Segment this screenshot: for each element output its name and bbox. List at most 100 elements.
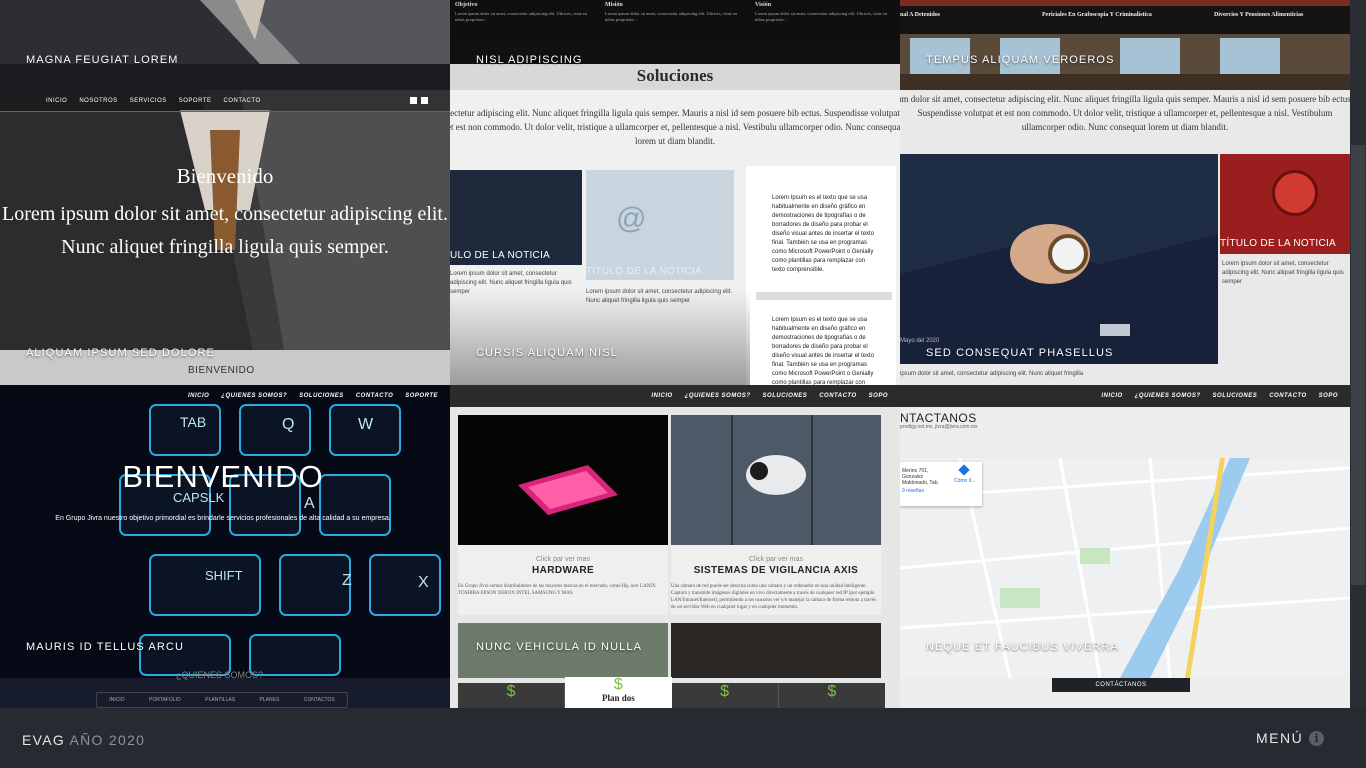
- dollar-icon: $: [613, 676, 623, 693]
- side-text: Lorem Ipsum es el texto que se usa habit…: [772, 195, 875, 273]
- subnav-item[interactable]: CONTACTOS: [304, 697, 335, 703]
- nav-soporte[interactable]: SOPORTE: [179, 98, 212, 104]
- facebook-icon[interactable]: [410, 97, 417, 104]
- svg-text:TAB: TAB: [180, 414, 206, 430]
- service-item: Periciales En Grafoscopia Y Criminalísti…: [1042, 12, 1152, 18]
- footer-bar: EVAG AÑO 2020 MENÚ: [0, 708, 1366, 768]
- contact-button[interactable]: CONTÁCTANOS: [1052, 678, 1190, 692]
- tile-label: CURSIS ALIQUAM NISL: [476, 347, 618, 359]
- nav-inicio[interactable]: INICIO: [651, 393, 672, 399]
- suit-image: [0, 0, 450, 90]
- date-text: Mayo del 2020: [900, 338, 940, 344]
- column-title: Objetivo: [455, 2, 478, 8]
- info-icon[interactable]: i: [1309, 731, 1324, 746]
- news-card[interactable]: @ TÍTULO DE LA NOTICIA: [586, 170, 734, 280]
- news-card[interactable]: TÍTULO DE LA NOTICIA: [1220, 154, 1350, 254]
- solution-card-text: En Grupo Jivra somos distribuidores de l…: [458, 584, 656, 596]
- watch-image: [900, 154, 1218, 364]
- service-item: nal A Detenidos: [900, 12, 941, 18]
- nav-quienes[interactable]: ¿QUIENES SOMOS?: [685, 393, 751, 399]
- news-card[interactable]: ULO DE LA NOTICIA: [450, 170, 582, 265]
- svg-text:Z: Z: [342, 572, 352, 589]
- site-navbar: INICIO ¿QUIENES SOMOS? SOLUCIONES CONTAC…: [0, 385, 450, 407]
- dollar-icon: $: [506, 683, 516, 700]
- column-title: Visión: [755, 2, 772, 8]
- nav-contacto[interactable]: CONTACTO: [356, 393, 393, 399]
- nav-soluciones[interactable]: SOLUCIONES: [1213, 393, 1258, 399]
- nav-soluciones[interactable]: SOLUCIONES: [299, 393, 344, 399]
- tile-label: NUNC VEHICULA ID NULLA: [476, 641, 643, 653]
- plan-name: Plan dos: [601, 693, 635, 703]
- nav-soluciones[interactable]: SOLUCIONES: [763, 393, 808, 399]
- tile-label: NISL ADIPISCING: [476, 54, 583, 66]
- menu-button[interactable]: MENÚ: [1256, 730, 1303, 746]
- click-hint: Click par ver mas: [748, 556, 804, 563]
- nav-contacto[interactable]: CONTACTO: [819, 393, 856, 399]
- twitter-icon[interactable]: [421, 97, 428, 104]
- tile-label: NEQUE ET FAUCIBUS VIVERRA: [926, 641, 1119, 653]
- nav-soporte[interactable]: SOPORTE: [405, 393, 438, 399]
- gallery-tile-1[interactable]: MAGNA FEUGIAT LOREM: [0, 0, 450, 90]
- gallery-tile-3[interactable]: nal A Detenidos Periciales En Grafoscopi…: [900, 0, 1350, 90]
- bottom-text: ipsum dolor sit amet, consectetur adipis…: [900, 371, 1084, 377]
- subnav-item[interactable]: INICIO: [109, 697, 124, 703]
- hero-title: BIENVENIDO: [122, 459, 324, 494]
- tile-label: MAGNA FEUGIAT LOREM: [26, 54, 179, 66]
- nav-quienes[interactable]: ¿QUIENES SOMOS?: [221, 393, 287, 399]
- svg-text:X: X: [418, 574, 429, 591]
- column-text: Lorem ipsum dolor sit amet, consectetur …: [755, 11, 888, 22]
- column-text: Lorem ipsum dolor sit amet, consectetur …: [455, 11, 588, 22]
- gallery-tile-2[interactable]: Objetivo Lorem ipsum dolor sit amet, con…: [450, 0, 900, 90]
- news-card-title: ULO DE LA NOTICIA: [450, 250, 551, 261]
- map-info-card[interactable]: Merino 701, Gonzalez Maldonado, Tab. 9 r…: [900, 462, 982, 506]
- solution-card-title: SISTEMAS DE VIGILANCIA AXIS: [693, 565, 859, 576]
- intro-text: ectetur adipiscing elit. Nunc aliquet fr…: [450, 108, 900, 146]
- contact-email: prodigy.net.mx, jivra@jivra.com.mx: [900, 424, 978, 430]
- intro-text: um dolor sit amet, consectetur adipiscin…: [900, 94, 1350, 132]
- solution-card-title: HARDWARE: [531, 565, 595, 576]
- subnav-item[interactable]: PLANTILLAS: [205, 697, 235, 703]
- nav-contacto[interactable]: CONTACTO: [224, 98, 261, 104]
- hero-title: Bienvenido: [176, 164, 274, 188]
- solution-card[interactable]: Click par ver mas SISTEMAS DE VIGILANCIA…: [671, 415, 881, 615]
- tile-label: ALIQUAM IPSUM SED DOLORE: [26, 347, 215, 359]
- map-directions-link[interactable]: Cómo ll...: [954, 478, 975, 484]
- subnav-item[interactable]: PLANES: [260, 697, 280, 703]
- plan-card[interactable]: $: [458, 683, 566, 708]
- click-hint: Click par ver mas: [535, 556, 591, 563]
- site-navbar: INICIO ¿QUIENES SOMOS? SOLUCIONES CONTAC…: [450, 385, 900, 407]
- nav-inicio[interactable]: INICIO: [46, 98, 67, 104]
- scrollbar-thumb[interactable]: [1351, 145, 1365, 585]
- solution-card-text: Una cámara de red puede ser descrita com…: [671, 584, 877, 610]
- gallery-tile-5[interactable]: ectetur adipiscing elit. Nunc aliquet fr…: [450, 90, 900, 385]
- column-title: Misión: [605, 2, 623, 8]
- solution-card-preview[interactable]: [671, 623, 881, 678]
- gallery-tile-9[interactable]: INICIO ¿QUIENES SOMOS? SOLUCIONES CONTAC…: [900, 385, 1350, 708]
- nav-quienes[interactable]: ¿QUIENES SOMOS?: [1135, 393, 1201, 399]
- plan-card[interactable]: $: [779, 683, 885, 708]
- nav-inicio[interactable]: INICIO: [188, 393, 209, 399]
- section-heading: BIENVENIDO: [188, 365, 255, 376]
- nav-servicios[interactable]: SERVICIOS: [130, 98, 167, 104]
- nav-soporte[interactable]: SOPO: [1319, 393, 1338, 399]
- footer-brand: EVAG AÑO 2020: [22, 732, 145, 748]
- gallery-tile-8[interactable]: INICIO ¿QUIENES SOMOS? SOLUCIONES CONTAC…: [450, 385, 900, 708]
- gallery-tile-6[interactable]: um dolor sit amet, consectetur adipiscin…: [900, 90, 1350, 385]
- subnav-item[interactable]: PORTAFOLIO: [149, 697, 181, 703]
- gallery-tile-7[interactable]: TAB Q W CAPSLK A SHIFT Z X INICIO ¿QUIEN…: [0, 385, 450, 708]
- solution-card[interactable]: Click par ver mas HARDWARE En Grupo Jivr…: [458, 415, 668, 615]
- plan-card-featured[interactable]: $ Plan dos: [565, 676, 672, 708]
- laptop-image: [458, 415, 668, 545]
- plan-card[interactable]: $: [672, 683, 779, 708]
- nav-soporte[interactable]: SOPO: [869, 393, 888, 399]
- nav-contacto[interactable]: CONTACTO: [1269, 393, 1306, 399]
- tile-label: TEMPUS ALIQUAM VEROEROS: [926, 54, 1115, 66]
- hero-text: Lorem ipsum dolor sit amet, consectetur …: [1, 203, 448, 258]
- nav-inicio[interactable]: INICIO: [1101, 393, 1122, 399]
- directions-icon[interactable]: [958, 464, 970, 476]
- tile-label: MAURIS ID TELLUS ARCU: [26, 641, 184, 653]
- svg-text:W: W: [358, 416, 374, 433]
- map-reviews[interactable]: 9 reseñas: [902, 488, 924, 494]
- gallery-tile-4[interactable]: INICIO NOSOTROS SERVICIOS SOPORTE CONTAC…: [0, 90, 450, 385]
- nav-nosotros[interactable]: NOSOTROS: [79, 98, 117, 104]
